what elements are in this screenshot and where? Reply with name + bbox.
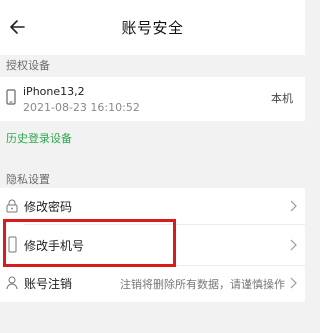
user-icon (6, 276, 18, 290)
page-title: 账号安全 (121, 19, 184, 37)
delete-account-label: 账号注销 (24, 277, 73, 291)
top-bar: 账号安全 (0, 0, 305, 55)
history-devices-link[interactable]: 历史登录设备 (6, 130, 72, 146)
privacy-settings-label: 隐私设置 (6, 173, 50, 186)
authorized-devices-label: 授权设备 (6, 59, 50, 72)
chevron-right-icon (290, 277, 297, 289)
phone-icon (6, 89, 16, 105)
change-password-label: 修改密码 (24, 200, 73, 214)
device-name: iPhone13,2 (23, 85, 85, 98)
chevron-right-icon (290, 200, 297, 212)
highlight-box (3, 219, 176, 267)
list-item-delete-account[interactable]: 账号注销 注销将删除所有数据，请谨慎操作 (0, 266, 305, 302)
chevron-right-icon (290, 239, 297, 251)
lock-icon (6, 199, 18, 213)
current-device-tag: 本机 (271, 92, 293, 105)
device-login-time: 2021-08-23 16:10:52 (23, 101, 140, 114)
device-row[interactable]: iPhone13,2 2021-08-23 16:10:52 本机 (0, 77, 305, 121)
delete-account-warning: 注销将删除所有数据，请谨慎操作 (120, 278, 285, 291)
